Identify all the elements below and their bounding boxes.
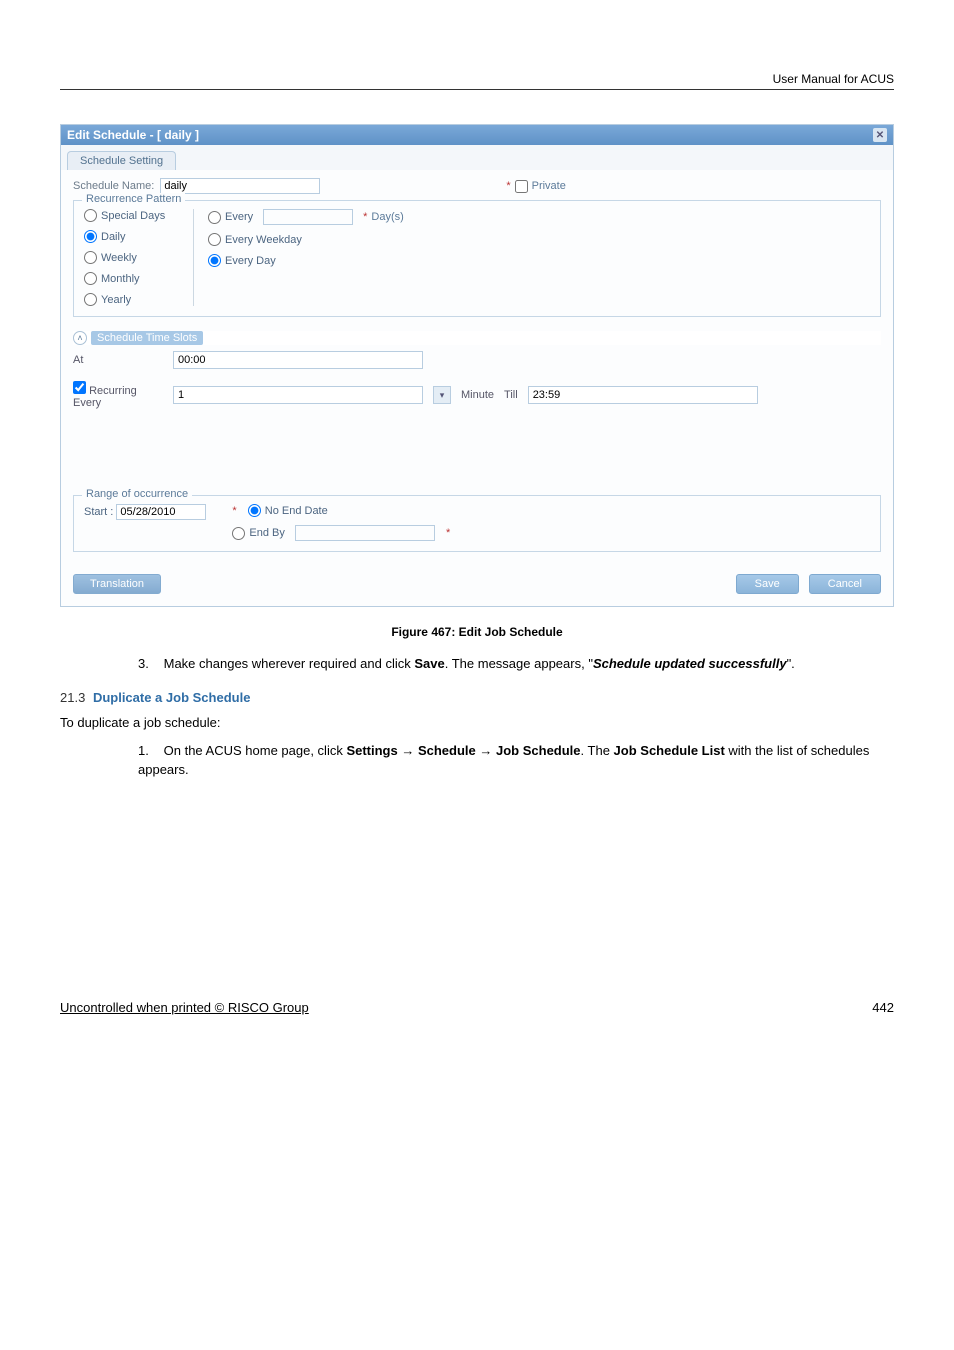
translation-button[interactable]: Translation <box>73 574 161 594</box>
chevron-down-icon[interactable]: ▾ <box>433 386 451 404</box>
time-slots-header: Schedule Time Slots <box>91 331 203 345</box>
recurring-checkbox[interactable] <box>73 381 86 394</box>
radio-no-end[interactable] <box>248 504 261 517</box>
t: → <box>398 743 418 758</box>
recurrence-legend: Recurrence Pattern <box>82 193 185 205</box>
section-heading: 21.3 Duplicate a Job Schedule <box>60 674 894 715</box>
weekly-label: Weekly <box>101 252 137 264</box>
t: Job Schedule <box>496 743 581 758</box>
recurring-value-input[interactable] <box>173 386 423 404</box>
minute-label: Minute <box>461 389 494 401</box>
yearly-label: Yearly <box>101 294 131 306</box>
t: Settings <box>346 743 397 758</box>
radio-monthly[interactable] <box>84 272 97 285</box>
header-rule <box>60 89 894 90</box>
radio-special-days[interactable] <box>84 209 97 222</box>
schedule-name-input[interactable] <box>160 178 320 194</box>
dialog-title: Edit Schedule - [ daily ] <box>67 128 199 142</box>
days-label: Day(s) <box>371 211 403 223</box>
t: → <box>476 743 496 758</box>
page-footer: Uncontrolled when printed © RISCO Group … <box>60 780 894 1015</box>
t: . The <box>581 743 614 758</box>
step-3: 3. Make changes wherever required and cl… <box>60 655 894 674</box>
intro-text: To duplicate a job schedule: <box>60 715 894 742</box>
till-input[interactable] <box>528 386 758 404</box>
step-3-number: 3. <box>138 655 160 674</box>
private-label: Private <box>532 180 566 192</box>
every-label: Every <box>225 211 253 223</box>
at-input[interactable] <box>173 351 423 369</box>
radio-weekly[interactable] <box>84 251 97 264</box>
footer-page-number: 442 <box>872 1000 894 1015</box>
radio-daily[interactable] <box>84 230 97 243</box>
t: . The message appears, " <box>445 656 593 671</box>
t: Schedule <box>418 743 476 758</box>
every-weekday-label: Every Weekday <box>225 234 302 246</box>
days-input[interactable] <box>263 209 353 225</box>
dialog-edit-schedule: Edit Schedule - [ daily ] ✕ Schedule Set… <box>60 124 894 607</box>
start-date-input[interactable] <box>116 504 206 520</box>
private-checkbox[interactable] <box>515 180 528 193</box>
section-title: Duplicate a Job Schedule <box>93 690 251 705</box>
t: Job Schedule List <box>614 743 725 758</box>
radio-every-day[interactable] <box>208 254 221 267</box>
chevron-up-icon[interactable]: ˄ <box>73 331 87 345</box>
range-of-occurrence: Range of occurrence Start : * No End Dat… <box>73 495 881 552</box>
section-number: 21.3 <box>60 690 85 705</box>
dialog-tabs: Schedule Setting <box>61 145 893 170</box>
radio-every-weekday[interactable] <box>208 233 221 246</box>
radio-end-by[interactable] <box>232 527 245 540</box>
till-label: Till <box>504 389 518 401</box>
end-by-label: End By <box>249 527 284 539</box>
radio-yearly[interactable] <box>84 293 97 306</box>
close-icon[interactable]: ✕ <box>873 128 887 142</box>
figure-caption: Figure 467: Edit Job Schedule <box>60 607 894 655</box>
save-button[interactable]: Save <box>736 574 799 594</box>
no-end-label: No End Date <box>265 505 328 517</box>
step-1: 1. On the ACUS home page, click Settings… <box>60 742 894 780</box>
footer-left: Uncontrolled when printed © RISCO Group <box>60 1000 309 1015</box>
recurrence-pattern: Recurrence Pattern Special Days Daily We… <box>73 200 881 317</box>
schedule-name-label: Schedule Name: <box>73 180 154 192</box>
t: Make changes wherever required and click <box>164 656 415 671</box>
start-label: Start : <box>84 506 113 518</box>
special-days-label: Special Days <box>101 210 165 222</box>
dialog-title-bar: Edit Schedule - [ daily ] ✕ <box>61 125 893 145</box>
step-1-number: 1. <box>138 742 160 761</box>
cancel-button[interactable]: Cancel <box>809 574 881 594</box>
page-header: User Manual for ACUS <box>60 72 894 89</box>
t: ". <box>787 656 795 671</box>
at-label: At <box>73 354 163 366</box>
end-by-input[interactable] <box>295 525 435 541</box>
tab-schedule-setting[interactable]: Schedule Setting <box>67 151 176 170</box>
daily-label: Daily <box>101 231 125 243</box>
t: Save <box>414 656 444 671</box>
every-day-label: Every Day <box>225 255 276 267</box>
t: Schedule updated successfully <box>593 656 787 671</box>
range-legend: Range of occurrence <box>82 488 192 500</box>
radio-every-n[interactable] <box>208 211 221 224</box>
monthly-label: Monthly <box>101 273 140 285</box>
t: On the ACUS home page, click <box>164 743 347 758</box>
required-mark: * <box>506 180 510 192</box>
